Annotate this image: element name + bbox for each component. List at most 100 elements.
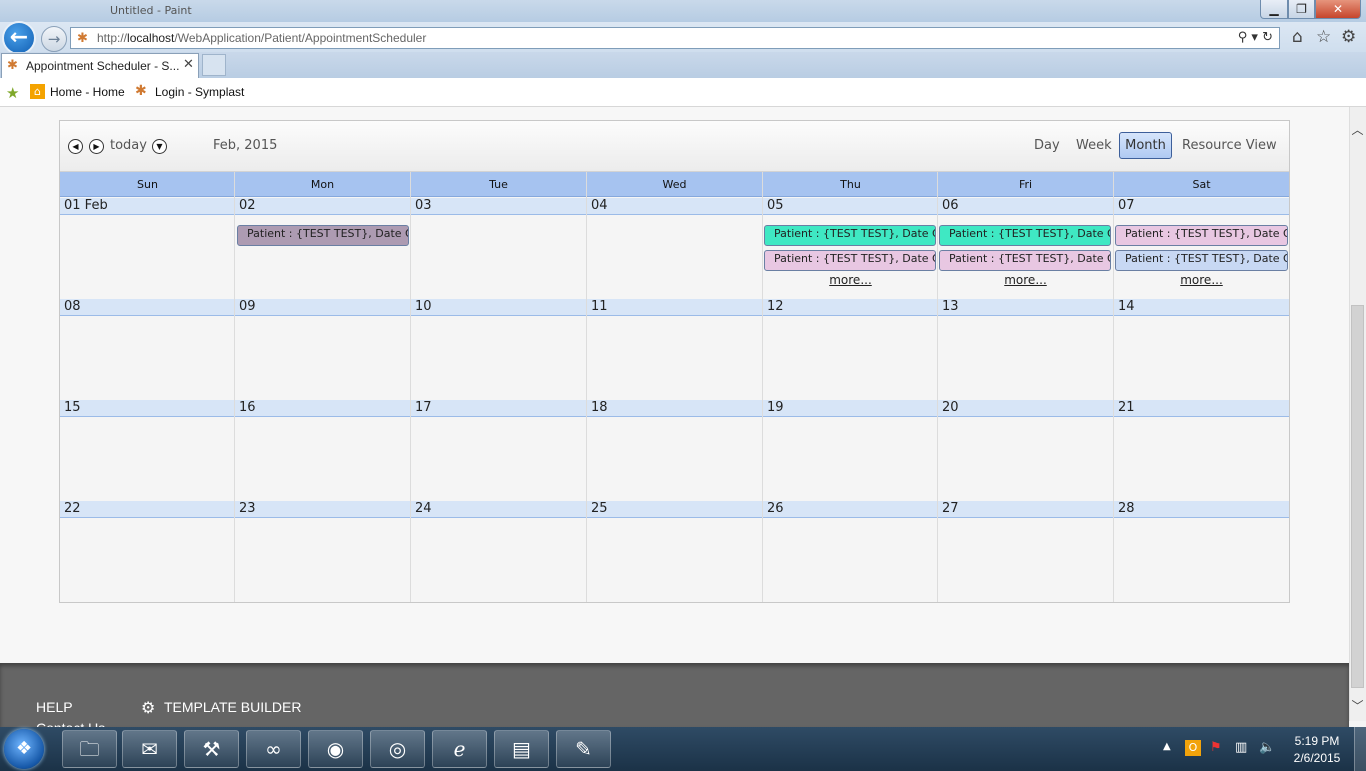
view-week-button[interactable]: Week — [1076, 138, 1112, 153]
template-builder-gear-icon: ⚙ — [141, 698, 156, 717]
refresh-icon[interactable]: ↻ — [1262, 30, 1273, 45]
visual-studio-icon[interactable]: ∞ — [246, 730, 301, 768]
chrome-icon[interactable]: ◎ — [370, 730, 425, 768]
day-number[interactable]: 07 — [1118, 198, 1135, 213]
favorites-star-icon[interactable]: ☆ — [1316, 27, 1331, 47]
appointment-event[interactable]: Patient : {TEST TEST}, Date Of Birth : {… — [939, 250, 1111, 271]
address-bar[interactable]: ✱ http://localhost/WebApplication/Patien… — [70, 27, 1280, 49]
settings-gear-icon[interactable]: ⚙ — [1341, 27, 1356, 47]
footer-help-link[interactable]: HELP — [36, 699, 73, 715]
day-number[interactable]: 20 — [942, 400, 959, 415]
day-number[interactable]: 17 — [415, 400, 432, 415]
day-number[interactable]: 09 — [239, 299, 256, 314]
column-divider — [410, 172, 411, 602]
day-number[interactable]: 14 — [1118, 299, 1135, 314]
day-number[interactable]: 13 — [942, 299, 959, 314]
tray-action-center-flag-icon[interactable]: ⚑ — [1210, 740, 1222, 755]
visual-studio-tools-icon[interactable]: ⚒ — [184, 730, 239, 768]
day-number[interactable]: 05 — [767, 198, 784, 213]
column-divider — [762, 172, 763, 602]
day-number[interactable]: 26 — [767, 501, 784, 516]
tab-close-icon[interactable]: ✕ — [183, 57, 194, 72]
day-number[interactable]: 15 — [64, 400, 81, 415]
day-number[interactable]: 23 — [239, 501, 256, 516]
column-divider — [586, 172, 587, 602]
view-day-button[interactable]: Day — [1034, 138, 1060, 153]
tab-appointment-scheduler[interactable]: ✱ Appointment Scheduler - S... ✕ — [1, 53, 199, 78]
day-number[interactable]: 19 — [767, 400, 784, 415]
add-favorite-star-icon[interactable]: ★ — [6, 84, 19, 102]
next-month-button[interactable]: ▶ — [89, 139, 104, 154]
url-path: /WebApplication/Patient/AppointmentSched… — [174, 31, 427, 45]
day-number[interactable]: 10 — [415, 299, 432, 314]
file-explorer-icon[interactable]: 🗀 — [62, 730, 117, 768]
appointment-event[interactable]: Patient : {TEST TEST}, Date Of Birth : {… — [764, 250, 936, 271]
weekday-tue: Tue — [489, 178, 508, 191]
sticky-notes-icon[interactable]: ▤ — [494, 730, 549, 768]
day-number[interactable]: 06 — [942, 198, 959, 213]
weekday-mon: Mon — [310, 178, 335, 191]
day-number[interactable]: 27 — [942, 501, 959, 516]
show-desktop-button[interactable] — [1354, 727, 1366, 771]
more-events-link[interactable]: more... — [938, 273, 1113, 287]
scroll-up-arrow-icon[interactable]: ︿ — [1349, 121, 1366, 138]
url-prefix: http:// — [97, 31, 128, 45]
tray-volume-icon[interactable]: 🔈 — [1259, 740, 1275, 755]
date-picker-chevron-down-icon[interactable]: ▼ — [152, 139, 167, 154]
scroll-down-arrow-icon[interactable]: ﹀ — [1349, 697, 1366, 714]
outlook-icon[interactable]: ✉ — [122, 730, 177, 768]
appointment-event[interactable]: Patient : {TEST TEST}, Date Of Birth : {… — [1115, 250, 1288, 271]
url-text[interactable]: http://localhost/WebApplication/Patient/… — [97, 31, 426, 45]
tray-outlook-icon[interactable]: O — [1185, 740, 1201, 756]
internet-explorer-icon[interactable]: ℯ — [432, 730, 487, 768]
day-number[interactable]: 01 Feb — [64, 198, 108, 213]
column-divider — [1113, 172, 1114, 602]
day-number[interactable]: 22 — [64, 501, 81, 516]
clock-time[interactable]: 5:19 PM — [1290, 734, 1344, 748]
appointment-event[interactable]: Patient : {TEST TEST}, Date Of Birth : {… — [764, 225, 936, 246]
tray-network-icon[interactable]: ▥ — [1235, 740, 1247, 755]
day-number[interactable]: 08 — [64, 299, 81, 314]
day-number[interactable]: 21 — [1118, 400, 1135, 415]
appointment-event[interactable]: Patient : {TEST TEST}, Date Of Birth : {… — [237, 225, 409, 246]
appointment-event[interactable]: Patient : {TEST TEST}, Date Of Birth : {… — [939, 225, 1111, 246]
day-number[interactable]: 16 — [239, 400, 256, 415]
day-number[interactable]: 02 — [239, 198, 256, 213]
close-window-button[interactable]: ✕ — [1315, 0, 1361, 19]
day-number[interactable]: 24 — [415, 501, 432, 516]
day-number[interactable]: 11 — [591, 299, 608, 314]
search-icon[interactable]: ⚲ — [1238, 30, 1248, 45]
favorite-link-login[interactable]: Login - Symplast — [155, 85, 244, 99]
previous-month-button[interactable]: ◀ — [68, 139, 83, 154]
back-button[interactable]: ← — [2, 21, 36, 55]
day-number[interactable]: 03 — [415, 198, 432, 213]
day-number[interactable]: 04 — [591, 198, 608, 213]
footer-template-builder-link[interactable]: TEMPLATE BUILDER — [164, 699, 301, 715]
home-icon[interactable]: ⌂ — [1292, 27, 1303, 47]
clock-date[interactable]: 2/6/2015 — [1290, 751, 1344, 765]
appointment-event[interactable]: Patient : {TEST TEST}, Date Of Birth : {… — [1115, 225, 1288, 246]
maximize-button[interactable]: ❐ — [1288, 0, 1315, 19]
dropdown-arrow-icon[interactable]: ▾ — [1251, 30, 1258, 45]
site-favicon-icon: ✱ — [77, 31, 88, 46]
firefox-icon[interactable]: ◉ — [308, 730, 363, 768]
minimize-button[interactable]: ▁ — [1260, 0, 1288, 19]
day-number[interactable]: 25 — [591, 501, 608, 516]
view-resource-button[interactable]: Resource View — [1182, 138, 1277, 153]
day-number[interactable]: 18 — [591, 400, 608, 415]
scrollbar-thumb[interactable] — [1351, 305, 1364, 688]
more-events-link[interactable]: more... — [1114, 273, 1289, 287]
paint-icon[interactable]: ✎ — [556, 730, 611, 768]
more-events-link[interactable]: more... — [763, 273, 938, 287]
new-tab-button[interactable] — [202, 54, 226, 76]
url-host: localhost — [127, 31, 175, 45]
column-divider — [937, 172, 938, 602]
day-number[interactable]: 12 — [767, 299, 784, 314]
tray-expand-arrow-icon[interactable]: ▲ — [1163, 741, 1171, 752]
favorite-link-home[interactable]: Home - Home — [50, 85, 125, 99]
today-button[interactable]: today — [110, 138, 147, 153]
view-month-button[interactable]: Month — [1119, 132, 1172, 159]
day-number[interactable]: 28 — [1118, 501, 1135, 516]
weekday-sun: Sun — [137, 178, 158, 191]
forward-button[interactable]: → — [41, 26, 67, 52]
